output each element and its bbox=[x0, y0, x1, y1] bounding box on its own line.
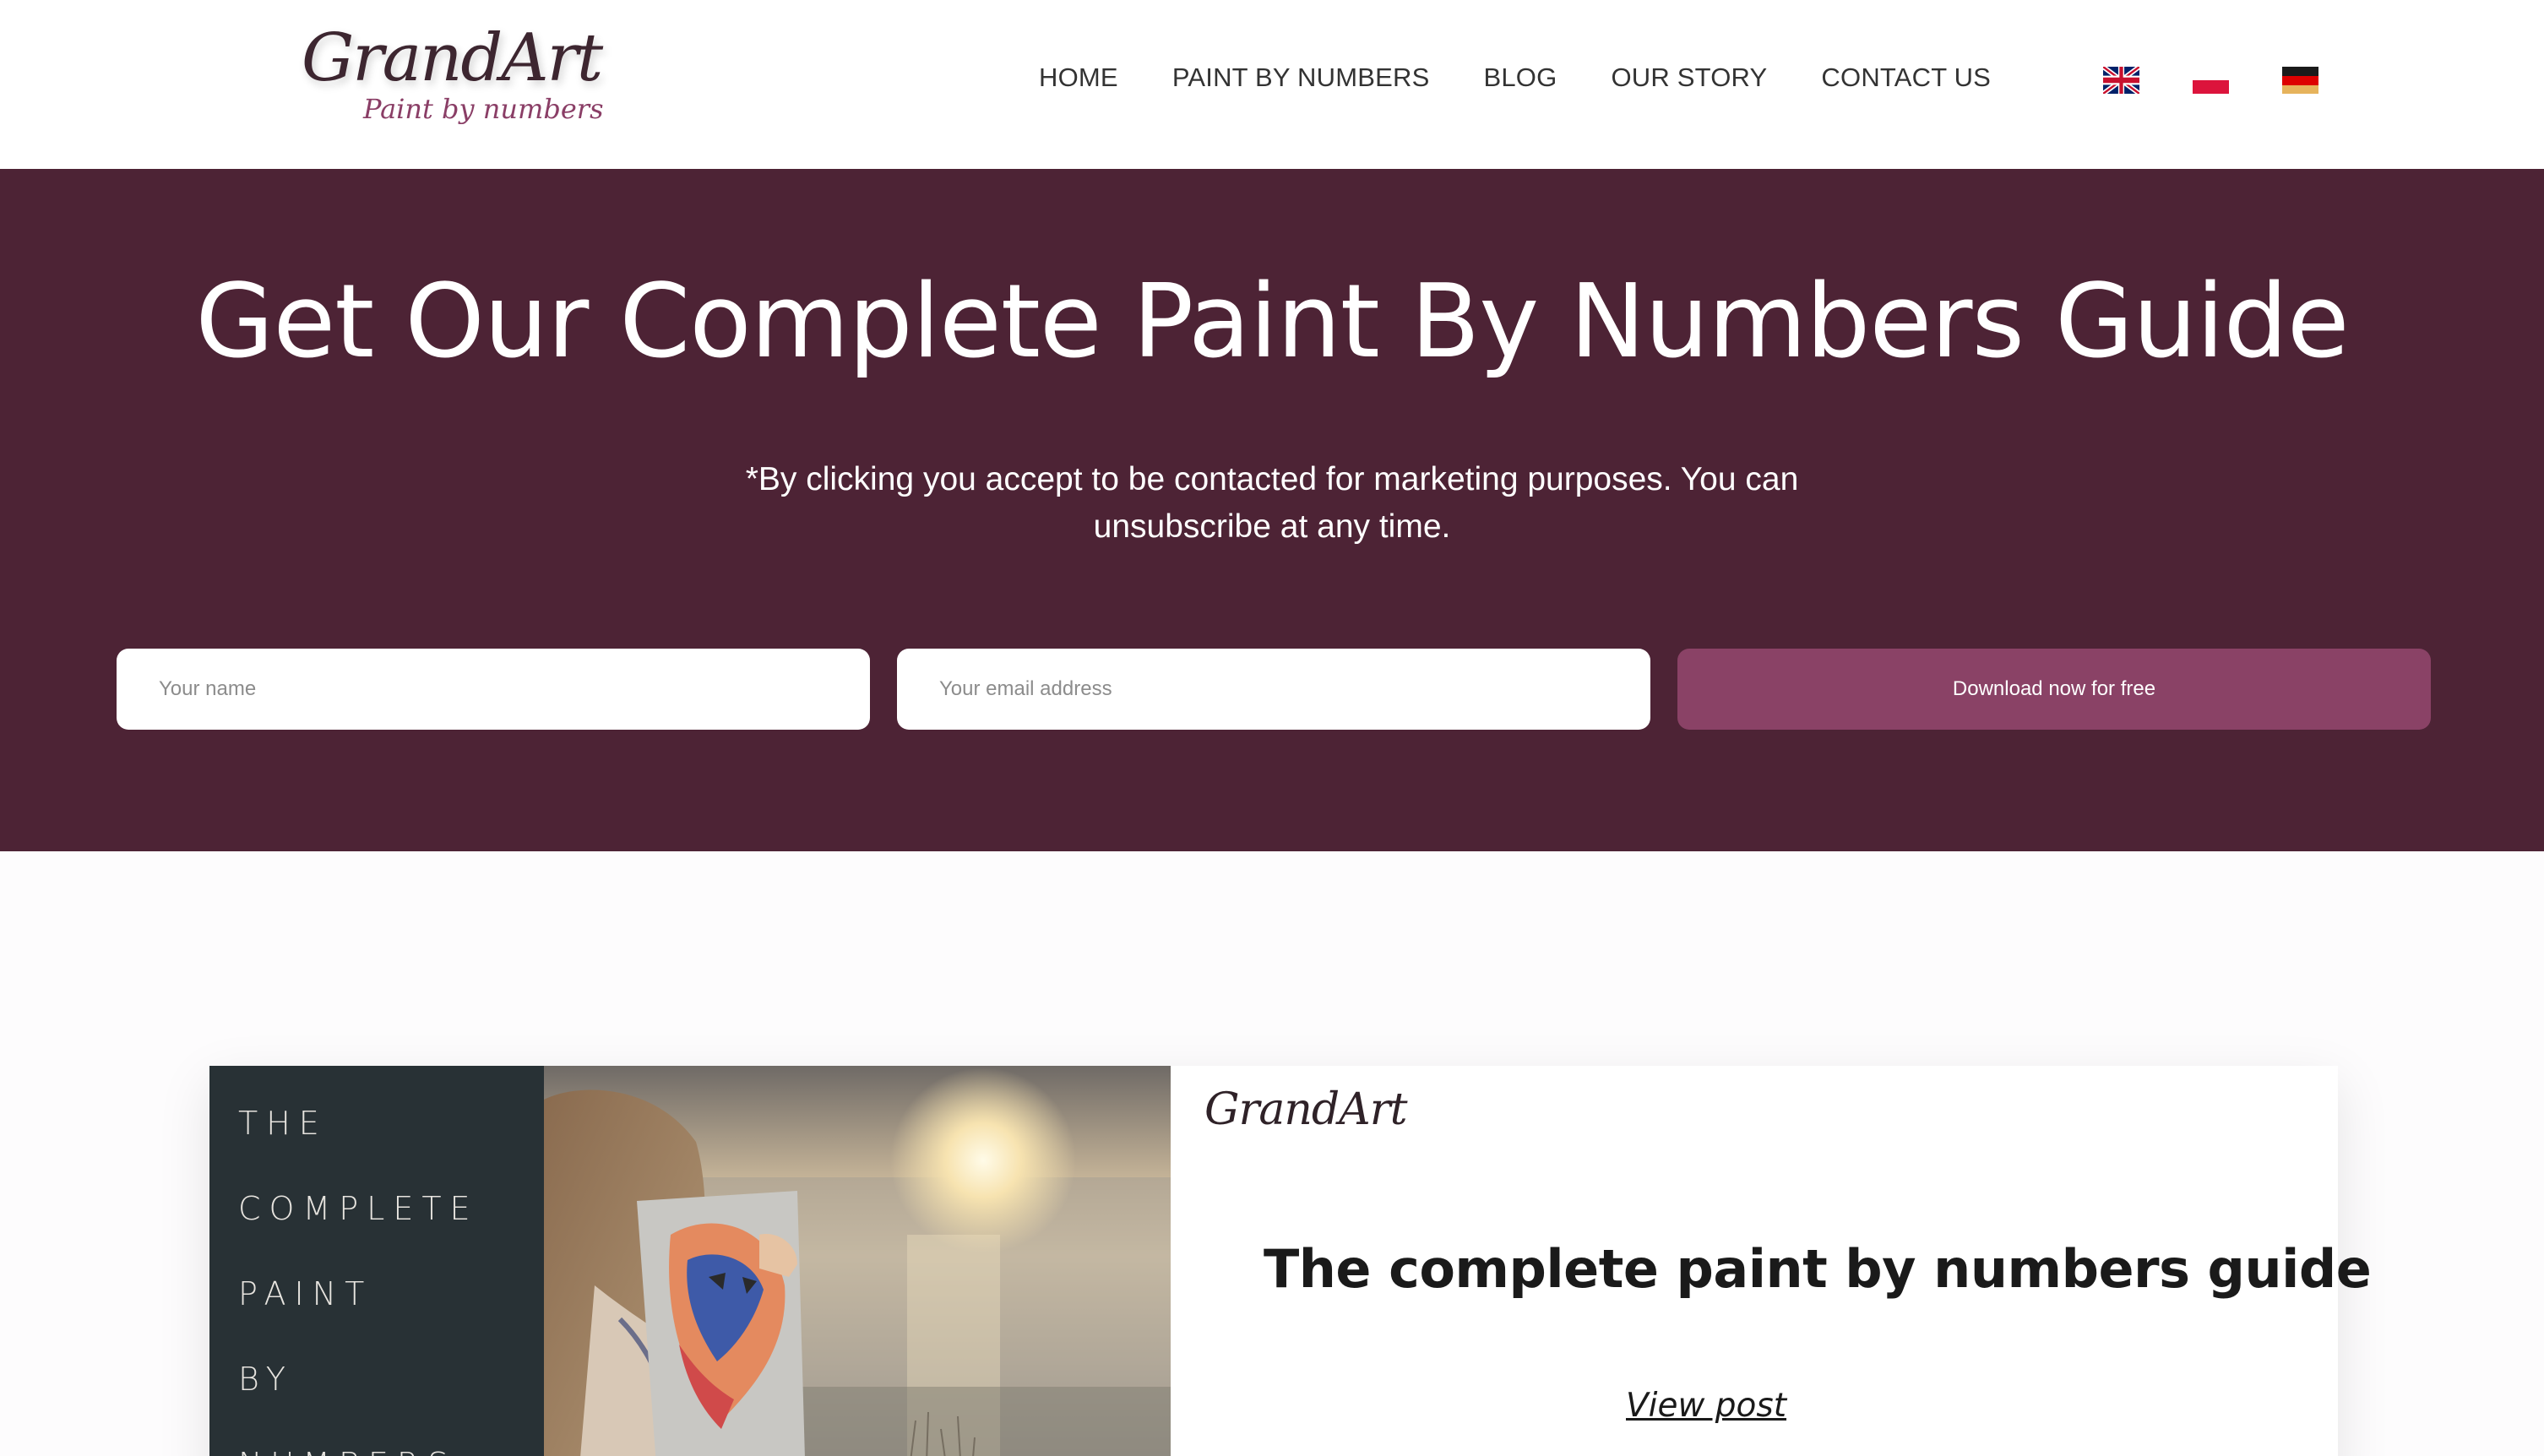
photo-watermark-logo: GrandArt bbox=[1204, 1084, 1407, 1135]
painting-photo bbox=[544, 1066, 1171, 1456]
site-logo[interactable]: GrandArt Paint by numbers bbox=[300, 20, 603, 139]
hero-title: Get Our Complete Paint By Numbers Guide bbox=[195, 263, 2349, 381]
uk-flag-icon[interactable] bbox=[2103, 67, 2139, 94]
cover-word: THE bbox=[238, 1105, 328, 1142]
view-post-link[interactable]: View post bbox=[1626, 1387, 1786, 1425]
language-switcher bbox=[2103, 67, 2318, 94]
nav-item-paint-by-numbers[interactable]: PAINT BY NUMBERS bbox=[1172, 62, 1430, 93]
post-title[interactable]: The complete paint by numbers guide bbox=[1264, 1238, 2372, 1300]
poland-flag-icon[interactable] bbox=[2193, 67, 2229, 94]
logo-tagline: Paint by numbers bbox=[363, 93, 604, 125]
nav-item-contact-us[interactable]: CONTACT US bbox=[1821, 62, 1991, 93]
email-input[interactable] bbox=[897, 649, 1650, 730]
post-cover-image[interactable]: THE COMPLETE PAINT BY NUMBERS bbox=[209, 1066, 1171, 1456]
newsletter-hero: Get Our Complete Paint By Numbers Guide … bbox=[0, 169, 2544, 851]
download-guide-button[interactable]: Download now for free bbox=[1677, 649, 2431, 730]
germany-flag-icon[interactable] bbox=[2282, 67, 2318, 94]
nav-item-blog[interactable]: BLOG bbox=[1483, 62, 1557, 93]
logo-wordmark: GrandArt bbox=[302, 20, 603, 96]
name-input[interactable] bbox=[117, 649, 870, 730]
nav-item-home[interactable]: HOME bbox=[1039, 62, 1118, 93]
cover-word: PAINT bbox=[238, 1275, 373, 1312]
main-nav: HOME PAINT BY NUMBERS BLOG OUR STORY CON… bbox=[1039, 62, 1991, 93]
blog-post-card: THE COMPLETE PAINT BY NUMBERS bbox=[209, 1066, 2372, 1456]
cover-word: COMPLETE bbox=[238, 1190, 479, 1227]
cover-word: BY bbox=[238, 1361, 295, 1398]
nav-item-our-story[interactable]: OUR STORY bbox=[1611, 62, 1767, 93]
cover-title-panel: THE COMPLETE PAINT BY NUMBERS bbox=[209, 1066, 544, 1456]
marketing-consent-note: *By clicking you accept to be contacted … bbox=[745, 461, 1799, 545]
site-header: GrandArt Paint by numbers HOME PAINT BY … bbox=[0, 0, 2544, 169]
cover-word: NUMBERS bbox=[238, 1422, 479, 1456]
